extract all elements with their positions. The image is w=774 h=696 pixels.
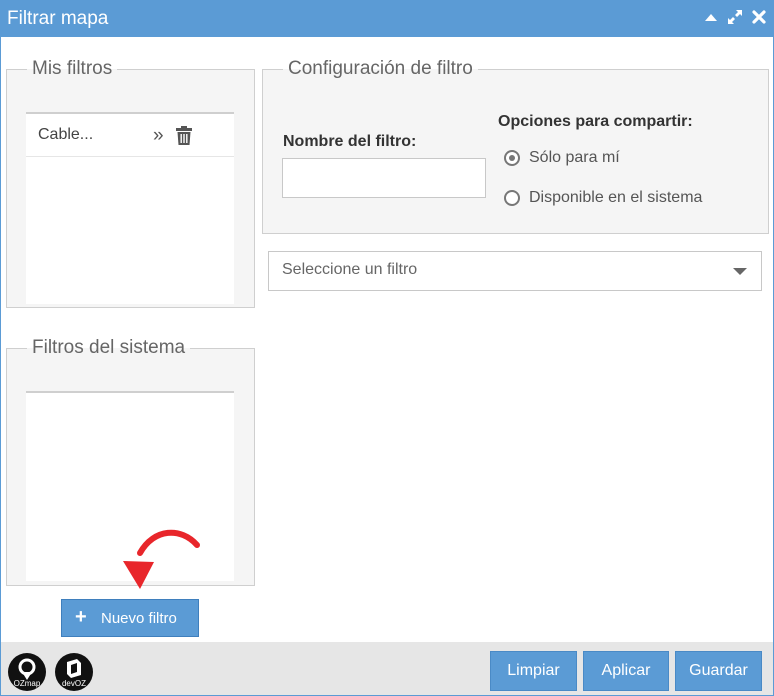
devoz-logo: devOZ [55, 653, 93, 691]
dialog-footer: OZmap devOZ Limpiar Aplicar Guardar [1, 642, 773, 695]
save-button[interactable]: Guardar [675, 651, 762, 691]
my-filters-legend: Mis filtros [32, 58, 113, 79]
clear-button[interactable]: Limpiar [490, 651, 577, 691]
devoz-logo-text: devOZ [61, 679, 86, 688]
list-item[interactable]: Cable... » [26, 114, 234, 157]
filter-select[interactable]: Seleccione un filtro [268, 251, 762, 291]
system-filters-legend: Filtros del sistema [32, 337, 186, 358]
ozmap-logo: OZmap [8, 653, 46, 691]
filter-config-legend: Configuración de filtro [288, 58, 473, 79]
share-options-label: Opciones para compartir: [498, 113, 693, 130]
new-filter-label: Nuevo filtro [101, 610, 177, 627]
red-curved-arrow-icon [123, 529, 200, 589]
window-controls [703, 9, 767, 25]
filter-map-dialog: Filtrar mapa Mis filtros Cable... » Filt… [0, 0, 774, 696]
window-title: Filtrar mapa [7, 8, 109, 29]
radio-selected-icon[interactable] [504, 150, 520, 166]
my-filters-list: Cable... » [26, 112, 234, 304]
apply-button[interactable]: Aplicar [583, 651, 669, 691]
radio-unselected-icon[interactable] [504, 190, 520, 206]
share-option-system[interactable]: Disponible en el sistema [504, 189, 702, 207]
trash-icon[interactable] [175, 126, 193, 151]
share-option-private[interactable]: Sólo para mí [504, 149, 620, 167]
ozmap-logo-text: OZmap [13, 679, 41, 688]
new-filter-button[interactable]: + Nuevo filtro [61, 599, 199, 637]
share-option-label: Sólo para mí [529, 149, 620, 166]
filter-name-input[interactable] [282, 158, 486, 198]
plus-icon: + [75, 606, 87, 628]
chevron-down-icon[interactable] [733, 268, 747, 275]
filter-name[interactable]: Cable... [38, 126, 93, 144]
apply-icon[interactable]: » [153, 126, 164, 145]
title-bar[interactable]: Filtrar mapa [1, 1, 773, 37]
collapse-icon[interactable] [703, 9, 719, 25]
share-option-label: Disponible en el sistema [529, 189, 703, 206]
close-icon[interactable] [751, 9, 767, 25]
filter-name-label: Nombre del filtro: [283, 133, 417, 150]
expand-icon[interactable] [727, 9, 743, 25]
filter-select-placeholder: Seleccione un filtro [282, 261, 418, 278]
my-filters-group: Mis filtros Cable... » [6, 58, 255, 308]
